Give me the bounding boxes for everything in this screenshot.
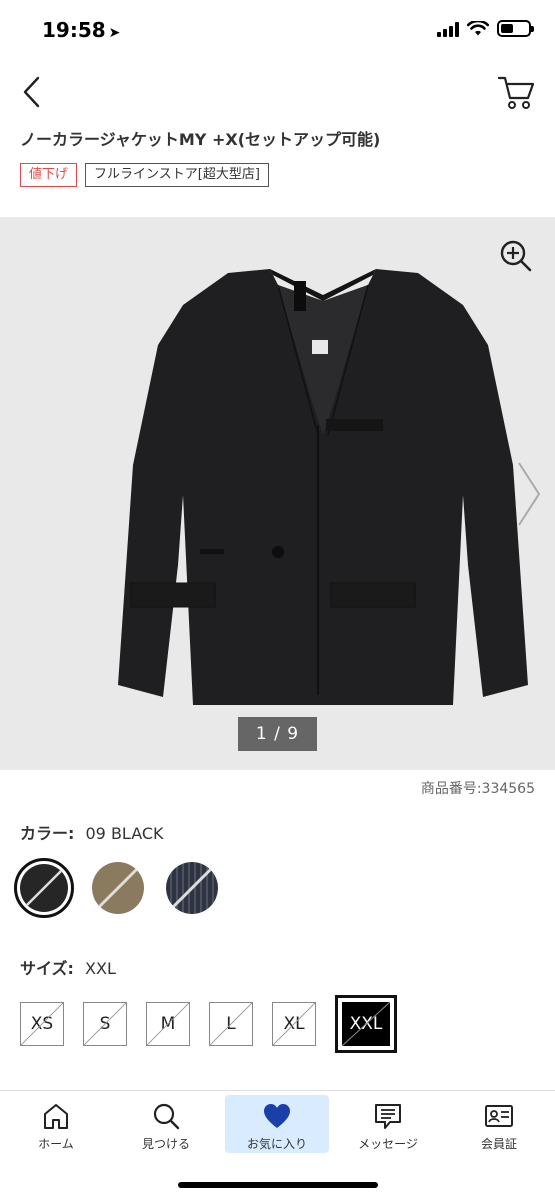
wifi-icon: [467, 20, 489, 35]
battery-icon: [497, 20, 534, 37]
size-option-xs[interactable]: XS: [20, 1002, 64, 1046]
tab-label: メッセージ: [358, 1137, 418, 1151]
tab-home[interactable]: ホーム: [4, 1095, 108, 1153]
tag-price-down: 値下げ: [20, 163, 78, 187]
size-option-m[interactable]: M: [146, 1002, 190, 1046]
cellular-signal-icon: [437, 21, 459, 37]
product-title: ノーカラージャケットMY +X(セットアップ可能): [20, 130, 381, 149]
chevron-left-icon: [23, 76, 40, 108]
color-swatch-olive[interactable]: [88, 858, 148, 918]
color-swatches: [14, 858, 222, 918]
tab-messages[interactable]: メッセージ: [336, 1095, 440, 1153]
time-text: 19:58: [42, 18, 106, 42]
size-heading: サイズ:: [20, 959, 74, 978]
cart-button[interactable]: [497, 72, 535, 112]
chevron-right-icon: [518, 462, 541, 526]
status-bar: 19:58 ➤: [0, 0, 555, 64]
tab-favorites[interactable]: お気に入り: [225, 1095, 329, 1153]
size-options: XS S M L XL XXL: [20, 995, 397, 1053]
image-counter: 1 / 9: [238, 717, 317, 751]
size-option-xl[interactable]: XL: [272, 1002, 316, 1046]
message-icon: [375, 1104, 401, 1129]
tab-search[interactable]: 見つける: [114, 1095, 218, 1153]
zoom-in-icon: [500, 240, 532, 272]
next-image-button[interactable]: [513, 459, 543, 529]
color-value: 09 BLACK: [85, 824, 164, 843]
zoom-button[interactable]: [499, 239, 533, 273]
tab-label: ホーム: [38, 1137, 74, 1151]
product-image: [118, 269, 528, 705]
back-button[interactable]: [18, 74, 48, 110]
status-icons: [437, 20, 534, 37]
size-option-s[interactable]: S: [83, 1002, 127, 1046]
tab-label: お気に入り: [246, 1137, 307, 1151]
product-tags: 値下げ フルラインストア[超大型店]: [20, 163, 269, 187]
item-number: 商品番号:334565: [420, 781, 535, 797]
status-time: 19:58 ➤: [42, 18, 120, 42]
color-heading: カラー:: [20, 824, 75, 843]
size-value: XXL: [85, 959, 116, 978]
size-option-l[interactable]: L: [209, 1002, 253, 1046]
product-image-carousel[interactable]: 1 / 9: [0, 217, 555, 770]
tab-member-card[interactable]: 会員証: [447, 1095, 551, 1153]
color-label: カラー: 09 BLACK: [20, 820, 164, 844]
home-indicator: [178, 1182, 378, 1188]
search-icon: [153, 1103, 180, 1130]
location-arrow-icon: ➤: [108, 25, 121, 41]
tab-label: 見つける: [141, 1137, 190, 1151]
nav-header: [0, 64, 555, 120]
size-label: サイズ: XXL: [20, 955, 116, 979]
color-swatch-navy-stripe[interactable]: [162, 858, 222, 918]
member-card-icon: [485, 1105, 513, 1127]
size-option-xxl[interactable]: XXL: [335, 995, 397, 1053]
cart-icon: [497, 76, 535, 109]
tag-store: フルラインストア[超大型店]: [85, 163, 269, 187]
home-icon: [44, 1104, 68, 1129]
heart-icon: [264, 1104, 290, 1128]
color-swatch-black[interactable]: [14, 858, 74, 918]
tab-label: 会員証: [480, 1137, 517, 1151]
